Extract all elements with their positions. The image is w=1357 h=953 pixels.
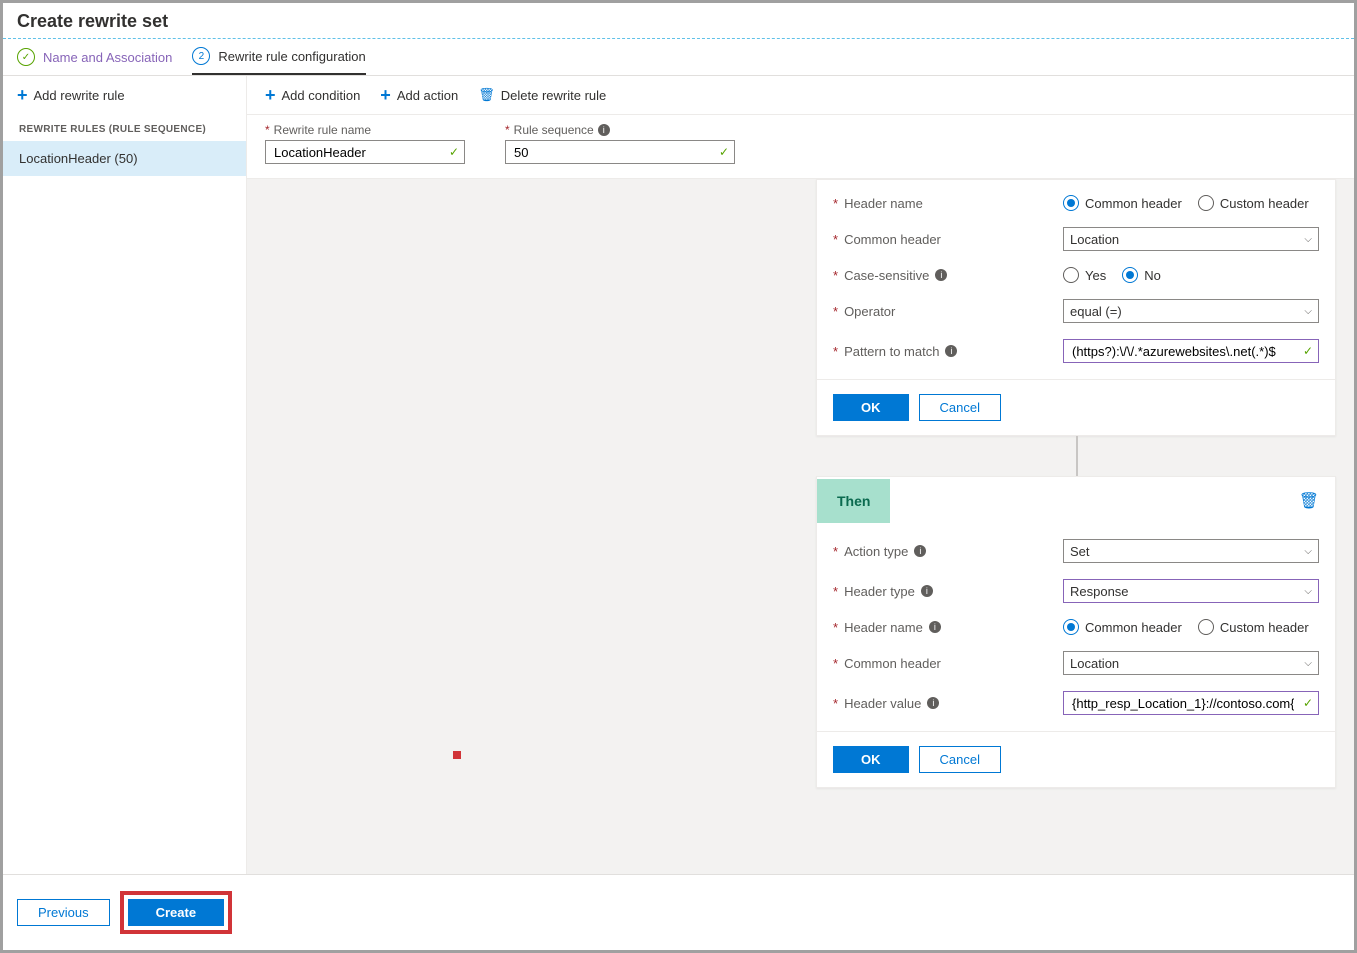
trash-icon: 🗑 [478, 87, 495, 103]
add-condition-button[interactable]: + Add condition [265, 86, 360, 104]
create-button[interactable]: Create [128, 899, 224, 926]
then-common-header-value: Location [1070, 656, 1119, 671]
add-rewrite-rule-label: Add rewrite rule [34, 88, 125, 103]
rule-item-locationheader[interactable]: LocationHeader (50) [3, 141, 246, 176]
checkmark-icon: ✓ [719, 145, 729, 159]
no-label: No [1144, 268, 1161, 283]
checkmark-icon: ✓ [1303, 696, 1313, 710]
rewrite-rule-name-input[interactable] [265, 140, 465, 164]
header-type-select[interactable]: Response ⌵ [1063, 579, 1319, 603]
then-common-header-label: Common header [844, 656, 941, 671]
add-rewrite-rule-button[interactable]: + Add rewrite rule [17, 86, 125, 104]
rule-sequence-input[interactable] [505, 140, 735, 164]
yes-label: Yes [1085, 268, 1106, 283]
operator-select[interactable]: equal (=) ⌵ [1063, 299, 1319, 323]
delete-then-button[interactable]: 🗑 [1283, 477, 1335, 525]
then-common-opt: Common header [1085, 620, 1182, 635]
radio-common-header[interactable]: Common header [1063, 195, 1182, 211]
scroll-area[interactable]: *Header name Common header Custom header… [247, 179, 1354, 874]
condition-cancel-button[interactable]: Cancel [919, 394, 1001, 421]
then-header-name-label: Header name [844, 620, 923, 635]
add-condition-label: Add condition [282, 88, 361, 103]
info-icon[interactable]: i [598, 124, 610, 136]
wizard-step2-label: Rewrite rule configuration [218, 49, 365, 64]
condition-card: *Header name Common header Custom header… [816, 179, 1336, 436]
delete-rewrite-rule-button[interactable]: 🗑 Delete rewrite rule [478, 87, 606, 103]
radio-case-no[interactable]: No [1122, 267, 1161, 283]
chevron-down-icon: ⌵ [1304, 658, 1312, 669]
info-icon[interactable]: i [935, 269, 947, 281]
info-icon[interactable]: i [945, 345, 957, 357]
header-value-input[interactable] [1063, 691, 1319, 715]
add-action-label: Add action [397, 88, 458, 103]
add-action-button[interactable]: + Add action [380, 86, 458, 104]
footer: Previous Create [3, 874, 1354, 950]
then-cancel-button[interactable]: Cancel [919, 746, 1001, 773]
page-title: Create rewrite set [3, 3, 1354, 39]
then-card: Then 🗑 *Action type i Set⌵ *Header type … [816, 476, 1336, 788]
then-label: Then [817, 479, 890, 523]
header-name-label: Header name [844, 196, 923, 211]
then-ok-button[interactable]: OK [833, 746, 909, 773]
common-header-select[interactable]: Location ⌵ [1063, 227, 1319, 251]
trash-icon: 🗑 [1299, 493, 1319, 510]
wizard-step-rewrite-config[interactable]: 2 Rewrite rule configuration [192, 47, 365, 75]
wizard-step-name-association[interactable]: ✓ Name and Association [17, 48, 172, 74]
toolbar: + Add condition + Add action 🗑 Delete re… [247, 76, 1354, 115]
header-type-value: Response [1070, 584, 1129, 599]
action-type-label: Action type [844, 544, 908, 559]
info-icon[interactable]: i [914, 545, 926, 557]
wizard-step1-label: Name and Association [43, 50, 172, 65]
info-icon[interactable]: i [929, 621, 941, 633]
delete-rule-label: Delete rewrite rule [501, 88, 607, 103]
rewrite-rules-section-label: REWRITE RULES (RULE SEQUENCE) [3, 114, 246, 141]
check-icon: ✓ [17, 48, 35, 66]
info-icon[interactable]: i [921, 585, 933, 597]
then-custom-opt: Custom header [1220, 620, 1309, 635]
rule-header: *Rewrite rule name ✓ *Rule sequence i ✓ [247, 115, 1354, 179]
indicator-icon [453, 751, 461, 759]
info-icon[interactable]: i [927, 697, 939, 709]
then-radio-common-header[interactable]: Common header [1063, 619, 1182, 635]
then-common-header-select[interactable]: Location ⌵ [1063, 651, 1319, 675]
header-value-label: Header value [844, 696, 921, 711]
chevron-down-icon: ⌵ [1304, 546, 1312, 557]
operator-label: Operator [844, 304, 895, 319]
previous-button[interactable]: Previous [17, 899, 110, 926]
connector-line [1076, 436, 1078, 476]
checkmark-icon: ✓ [1303, 344, 1313, 358]
common-header-value: Location [1070, 232, 1119, 247]
plus-icon: + [265, 86, 276, 104]
header-type-label: Header type [844, 584, 915, 599]
plus-icon: + [17, 86, 28, 104]
action-type-value: Set [1070, 544, 1090, 559]
chevron-down-icon: ⌵ [1304, 306, 1312, 317]
pattern-input[interactable] [1063, 339, 1319, 363]
operator-value: equal (=) [1070, 304, 1122, 319]
common-header-label: Common header [844, 232, 941, 247]
chevron-down-icon: ⌵ [1304, 234, 1312, 245]
wizard-steps: ✓ Name and Association 2 Rewrite rule co… [3, 39, 1354, 76]
pattern-label: Pattern to match [844, 344, 939, 359]
rewrite-rule-name-label: Rewrite rule name [274, 123, 371, 137]
then-radio-custom-header[interactable]: Custom header [1198, 619, 1309, 635]
step-number-icon: 2 [192, 47, 210, 65]
radio-custom-header[interactable]: Custom header [1198, 195, 1309, 211]
case-sensitive-label: Case-sensitive [844, 268, 929, 283]
sidebar: + Add rewrite rule REWRITE RULES (RULE S… [3, 76, 247, 874]
common-header-opt: Common header [1085, 196, 1182, 211]
custom-header-opt: Custom header [1220, 196, 1309, 211]
create-highlight: Create [120, 891, 232, 934]
action-type-select[interactable]: Set ⌵ [1063, 539, 1319, 563]
rule-sequence-label: Rule sequence [514, 123, 594, 137]
radio-case-yes[interactable]: Yes [1063, 267, 1106, 283]
chevron-down-icon: ⌵ [1304, 586, 1312, 597]
plus-icon: + [380, 86, 391, 104]
checkmark-icon: ✓ [449, 145, 459, 159]
condition-ok-button[interactable]: OK [833, 394, 909, 421]
